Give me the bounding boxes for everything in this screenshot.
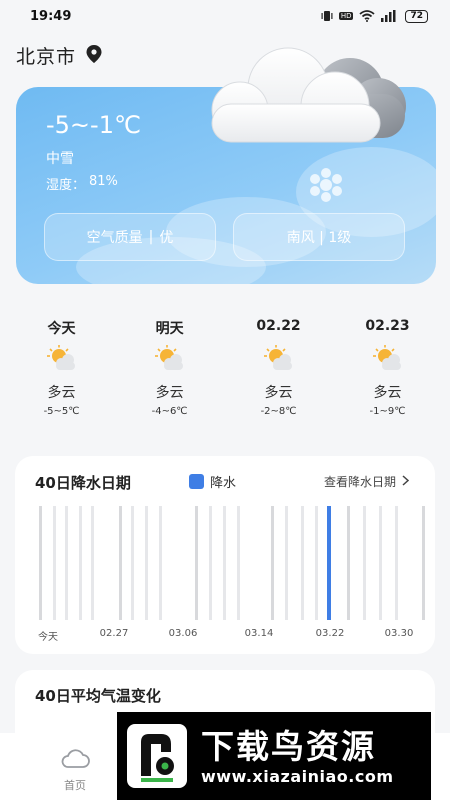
forecast-condition: 多云 [47, 385, 76, 401]
watermark-title: 下载鸟资源 [201, 726, 376, 766]
precipitation-legend: 降水 [189, 472, 236, 491]
date-tick: 03.30 [384, 628, 414, 639]
precipitation-card: 40日降水日期 降水 查看降水日期 今天 02.27 03.06 03.14 0… [15, 456, 435, 654]
cloud-icon [60, 749, 90, 773]
view-precipitation-label: 查看降水日期 [323, 475, 396, 489]
day-bar [363, 506, 366, 620]
day-bar [79, 506, 82, 620]
forecast-temp: -2~8℃ [260, 406, 297, 417]
location-pin-icon[interactable] [86, 44, 102, 67]
forecast-day[interactable]: 02.22 多云 -2~8℃ [224, 318, 333, 417]
day-bar [53, 506, 56, 620]
forecast-temp: -4~6℃ [151, 406, 188, 417]
vibrate-icon [321, 10, 333, 22]
forecast-temp: -5~5℃ [43, 406, 80, 417]
day-bar [39, 506, 42, 620]
date-tick: 02.27 [99, 628, 129, 639]
watermark-text: 下载鸟资源 www.xiazainiao.com [201, 727, 393, 786]
current-condition: 中雪 [46, 151, 74, 167]
day-bar [119, 506, 122, 620]
partly-cloudy-icon [224, 340, 333, 376]
view-precipitation-link[interactable]: 查看降水日期 [323, 473, 410, 490]
date-tick: 03.14 [244, 628, 274, 639]
day-bar [285, 506, 288, 620]
watermark-banner: 下载鸟资源 www.xiazainiao.com [117, 712, 431, 800]
forecast-day-label: 02.23 [365, 318, 410, 334]
partly-cloudy-icon [333, 340, 442, 376]
forecast-condition: 多云 [373, 385, 402, 401]
day-bar [65, 506, 68, 620]
rain-day-bar [327, 506, 331, 620]
city-row[interactable]: 北京市 [16, 42, 102, 69]
humidity-row: 湿度： 81% [46, 174, 118, 193]
cloudy-weather-icon [211, 47, 406, 143]
day-bar [301, 506, 304, 620]
day-bar [237, 506, 240, 620]
forecast-condition: 多云 [155, 385, 184, 401]
nav-home-label: 首页 [64, 779, 86, 792]
temperature-title: 40日平均气温变化 [35, 687, 161, 705]
city-name[interactable]: 北京市 [16, 42, 76, 69]
daily-forecast: 今天 多云 -5~5℃ 明天 多云 -4~6℃ 02.22 多云 -2~8℃ 0… [8, 318, 442, 417]
legend-label: 降水 [210, 476, 237, 491]
forecast-temp: -1~9℃ [369, 406, 406, 417]
nav-home[interactable]: 首页 [50, 747, 100, 793]
wifi-icon [359, 10, 376, 22]
day-bar [347, 506, 350, 620]
chevron-right-icon [402, 474, 410, 489]
partly-cloudy-icon [8, 340, 115, 376]
wind-button[interactable]: 南风 | 1级 [233, 213, 405, 261]
snowflake-icon [306, 167, 346, 207]
signal-icon [381, 10, 399, 22]
watermark-url: www.xiazainiao.com [201, 766, 394, 786]
partly-cloudy-icon [115, 340, 224, 376]
day-bar [271, 506, 274, 620]
precipitation-date-axis: 今天 02.27 03.06 03.14 03.22 03.30 [15, 628, 435, 643]
forecast-day[interactable]: 明天 多云 -4~6℃ [115, 318, 224, 417]
aqi-label: 空气质量 [86, 230, 143, 246]
forecast-day[interactable]: 今天 多云 -5~5℃ [8, 318, 115, 417]
day-bar [379, 506, 382, 620]
precipitation-title: 40日降水日期 [35, 474, 131, 492]
day-bar [91, 506, 94, 620]
day-bar [131, 506, 134, 620]
forecast-day-label: 明天 [155, 321, 184, 337]
forecast-day-label: 02.22 [256, 318, 301, 334]
wind-text: 南风 | 1级 [286, 230, 352, 246]
date-tick: 03.22 [315, 628, 345, 639]
day-bar [209, 506, 212, 620]
status-icons: HD 72 [321, 9, 428, 23]
day-bar [145, 506, 148, 620]
current-temp-range: -5~-1℃ [46, 111, 141, 139]
hd-badge: HD [338, 12, 354, 20]
aqi-value: 优 [159, 230, 174, 246]
forecast-condition: 多云 [264, 385, 293, 401]
day-bar [395, 506, 398, 620]
precipitation-bars [39, 506, 425, 620]
forecast-day[interactable]: 02.23 多云 -1~9℃ [333, 318, 442, 417]
legend-swatch [189, 474, 204, 489]
date-tick: 今天 [38, 632, 58, 643]
status-bar: 19:49 HD 72 [0, 0, 450, 32]
date-tick: 03.06 [168, 628, 198, 639]
status-time: 19:49 [30, 8, 72, 24]
air-quality-button[interactable]: 空气质量 | 优 [44, 213, 216, 261]
bird-logo-icon [127, 724, 187, 788]
day-bar [422, 506, 425, 620]
aqi-separator: | [148, 229, 154, 245]
day-bar [223, 506, 226, 620]
battery-indicator: 72 [405, 9, 428, 23]
humidity-value: 81% [89, 174, 118, 189]
day-bar [315, 506, 318, 620]
day-bar [195, 506, 198, 620]
humidity-label: 湿度： [46, 178, 86, 193]
forecast-day-label: 今天 [47, 321, 76, 337]
day-bar [159, 506, 162, 620]
